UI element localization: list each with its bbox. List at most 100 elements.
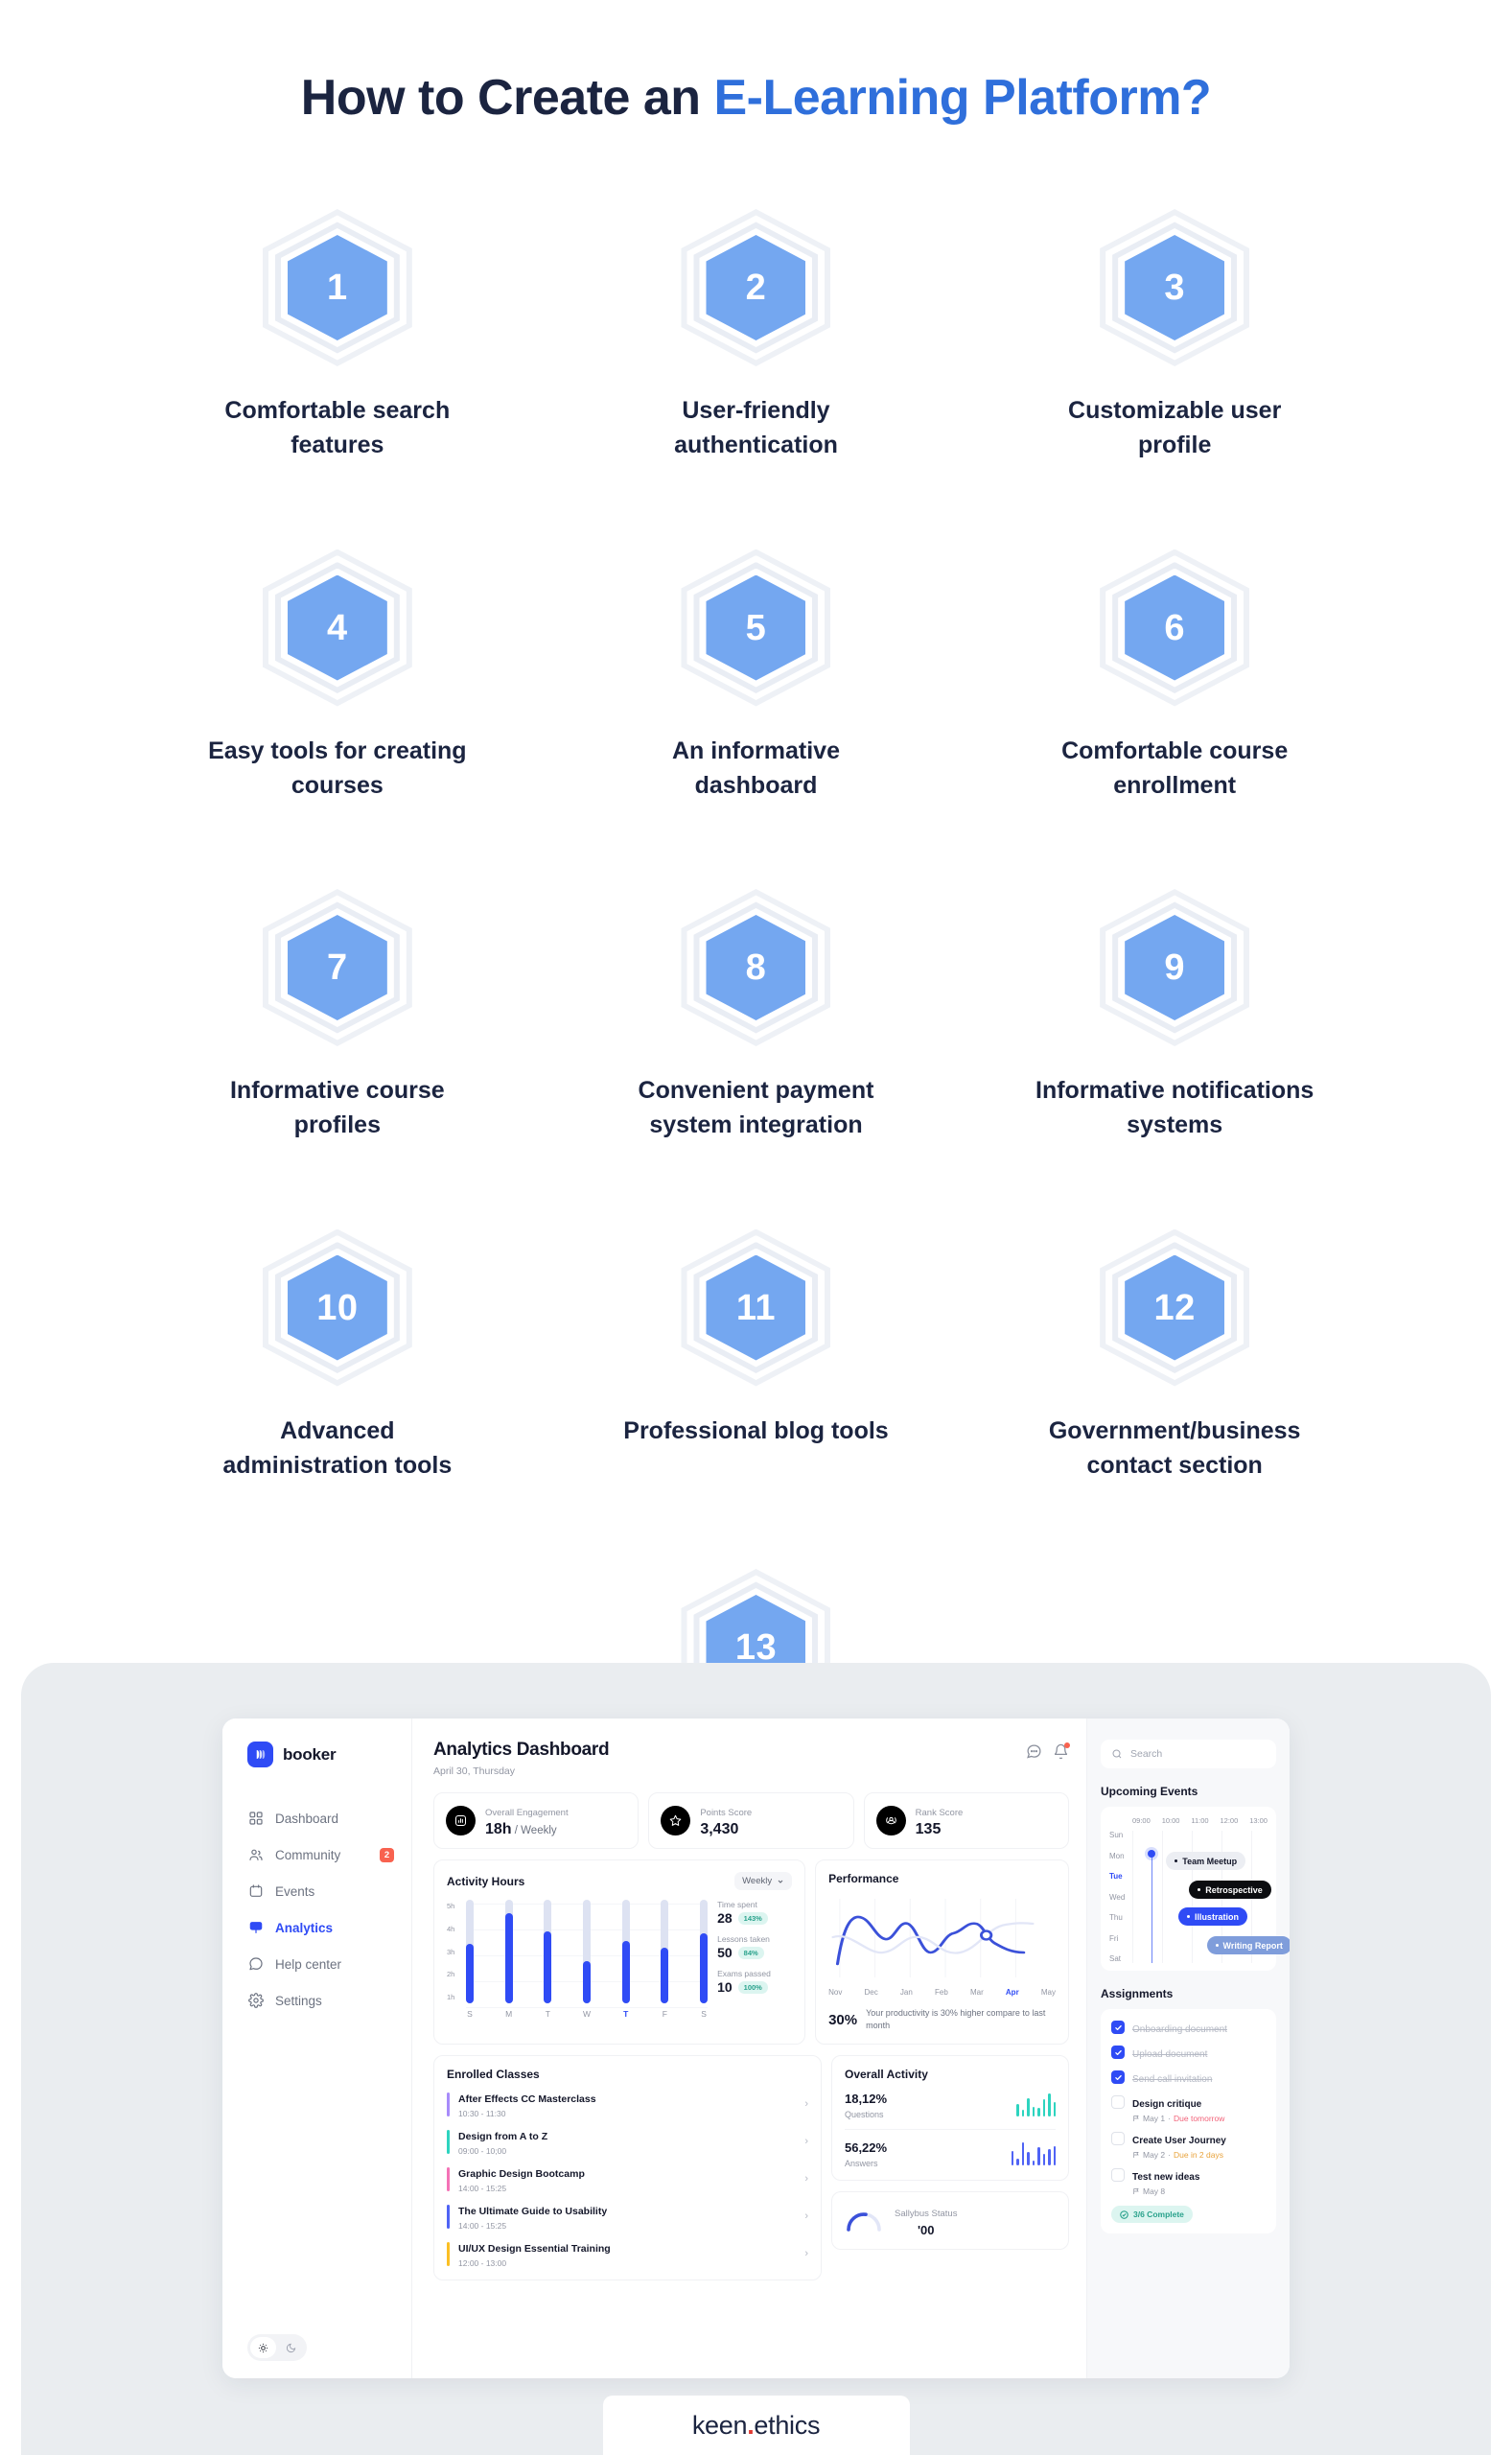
stat-value: 135 — [915, 1821, 942, 1837]
class-list-item[interactable]: After Effects CC Masterclass 10:30 - 11:3… — [447, 2090, 808, 2118]
class-list-item[interactable]: Design from A to Z 09:00 - 10;00 › — [447, 2127, 808, 2156]
step-hexagon-badge: 10 — [261, 1228, 414, 1387]
step-label: Customizable user profile — [1068, 397, 1282, 459]
dashboard-right-panel: Search Upcoming Events 09:00 10:00 11:00 12… — [1086, 1718, 1290, 2378]
step-item: 12 Government/business contact section — [965, 1228, 1384, 1484]
overall-percent: 18,12% — [844, 2092, 888, 2107]
step-hexagon-badge: 1 — [261, 209, 414, 366]
event-label: Retrospective — [1205, 1884, 1263, 1895]
class-color-bar — [447, 2129, 450, 2154]
assignment-due-separator: · — [1168, 2150, 1171, 2160]
sidebar-item-label: Settings — [275, 1993, 322, 2008]
assignment-checkbox[interactable] — [1111, 2168, 1125, 2182]
step-label: Government/business contact section — [1048, 1416, 1301, 1479]
step-hexagon-badge: 11 — [679, 1228, 832, 1387]
performance-x-tick: Dec — [864, 1988, 878, 1997]
sidebar-item-badge: 2 — [380, 1847, 394, 1862]
assignments-complete-label: 3/6 Complete — [1133, 2210, 1184, 2219]
assignment-item[interactable]: Test new ideas May 8 — [1111, 2167, 1266, 2196]
bar-value — [466, 1944, 474, 2003]
activity-range-select[interactable]: Weekly — [734, 1872, 793, 1890]
class-name: Design from A to Z — [458, 2131, 548, 2143]
spark-bar — [1048, 2093, 1051, 2117]
search-input[interactable]: Search — [1101, 1740, 1276, 1768]
moon-icon[interactable] — [278, 2337, 304, 2358]
overall-activity-card: Overall Activity 18,12% Questions 56,22% An… — [830, 2055, 1069, 2182]
sallybus-status-card: Sallybus Status '00 — [830, 2191, 1069, 2251]
dashboard-main: Analytics Dashboard April 30, Thursday O… — [412, 1718, 1086, 2378]
calendar-event-pill[interactable]: Illustration — [1177, 1907, 1247, 1927]
assignment-item[interactable]: Onboarding document — [1111, 2020, 1266, 2037]
activity-metric: Time spent 28 143% — [717, 1900, 792, 1926]
assignment-checkbox[interactable] — [1111, 2095, 1125, 2109]
step-number: 9 — [1164, 947, 1185, 988]
step-hexagon-badge: 12 — [1098, 1228, 1251, 1387]
step-label: Comfortable search features — [224, 397, 451, 459]
sidebar-item-settings[interactable]: Settings — [222, 1982, 411, 2019]
y-tick-label: 4h — [447, 1924, 455, 1933]
stat-value: 3,430 — [700, 1821, 739, 1837]
y-tick-label: 5h — [447, 1902, 455, 1910]
assignment-item[interactable]: Send call invitation — [1111, 2069, 1266, 2087]
calendar-column-line — [1162, 1831, 1164, 1963]
bell-icon[interactable] — [1053, 1742, 1070, 1760]
assignment-date: May 8 — [1143, 2186, 1166, 2196]
sidebar-item-community[interactable]: Community 2 — [222, 1836, 411, 1873]
assignment-checkbox[interactable] — [1111, 2021, 1125, 2034]
step-number: 3 — [1164, 268, 1185, 308]
class-time: 14:00 - 15:25 — [458, 2184, 507, 2194]
theme-toggle[interactable] — [247, 2334, 307, 2361]
stat-label: Rank Score — [915, 1808, 964, 1818]
event-label: Team Meetup — [1182, 1856, 1238, 1866]
class-color-bar — [447, 2166, 450, 2191]
class-name: After Effects CC Masterclass — [458, 2093, 596, 2106]
chevron-right-icon[interactable]: › — [804, 2210, 808, 2222]
calendar-day-label: Sat — [1109, 1954, 1122, 1963]
metric-value: 10 — [717, 1979, 733, 1995]
chat-bubble-icon[interactable] — [1026, 1743, 1042, 1760]
gridline — [466, 2007, 709, 2009]
x-tick-label: F — [662, 2009, 667, 2019]
sidebar-item-help-center[interactable]: Help center — [222, 1946, 411, 1982]
logo-dot: . — [747, 2410, 755, 2440]
step-hexagon-badge: 5 — [679, 549, 832, 707]
step-item: 6 Comfortable course enrollment — [965, 549, 1384, 804]
overall-activity-row: 56,22% Answers — [844, 2129, 1056, 2168]
sidebar-item-analytics[interactable]: Analytics — [222, 1909, 411, 1946]
sidebar-item-dashboard[interactable]: Dashboard — [222, 1800, 411, 1836]
assignment-checkbox[interactable] — [1111, 2132, 1125, 2145]
calendar-event-pill[interactable]: Team Meetup — [1166, 1852, 1246, 1871]
logo-text: keen.ethics — [692, 2410, 821, 2441]
calendar-time-label: 11:00 — [1191, 1816, 1209, 1825]
calendar-event-pill[interactable]: Retrospective — [1189, 1881, 1271, 1900]
chevron-right-icon[interactable]: › — [804, 2098, 808, 2110]
spark-bar — [1011, 2150, 1013, 2166]
class-list-item[interactable]: UI/UX Design Essential Training 12:00 - 1… — [447, 2239, 808, 2268]
class-time: 10:30 - 11:30 — [458, 2109, 506, 2119]
performance-x-tick: Apr — [1005, 1988, 1019, 1997]
spark-bar — [1027, 2151, 1030, 2166]
sidebar-item-events[interactable]: Events — [222, 1873, 411, 1909]
sun-icon[interactable] — [250, 2337, 276, 2358]
step-hexagon-badge: 4 — [261, 549, 414, 707]
assignment-item[interactable]: Design critique May 1 · Due tomorrow — [1111, 2094, 1266, 2123]
overall-label: Questions — [844, 2110, 884, 2120]
class-list-item[interactable]: The Ultimate Guide to Usability 14:00 - 1… — [447, 2202, 808, 2231]
bar-value — [504, 1912, 513, 2003]
steps-grid: 1 Comfortable search features 2 User-friend… — [128, 209, 1384, 1788]
class-list-item[interactable]: Graphic Design Bootcamp 14:00 - 15:25 › — [447, 2164, 808, 2193]
calendar-card: 09:00 10:00 11:00 12:00 13:00 Sun Mon Tue Wed Th… — [1101, 1807, 1290, 1971]
bar-value — [661, 1948, 669, 2003]
chevron-right-icon[interactable]: › — [804, 2173, 808, 2185]
chevron-right-icon[interactable]: › — [804, 2136, 808, 2147]
step-item: 10 Advanced administration tools — [128, 1228, 547, 1484]
assignment-item[interactable]: Upload document — [1111, 2045, 1266, 2062]
enrolled-classes-card: Enrolled Classes After Effects CC Master… — [433, 2055, 822, 2281]
chevron-right-icon[interactable]: › — [804, 2248, 808, 2259]
calendar-event-pill[interactable]: Writing Report — [1206, 1936, 1290, 1955]
assignment-checkbox[interactable] — [1111, 2046, 1125, 2059]
assignment-checkbox[interactable] — [1111, 2070, 1125, 2084]
assignment-name: Design critique — [1132, 2099, 1202, 2110]
assignment-item[interactable]: Create User Journey May 2 · Due in 2 days — [1111, 2131, 1266, 2160]
x-tick-label: S — [701, 2009, 707, 2019]
